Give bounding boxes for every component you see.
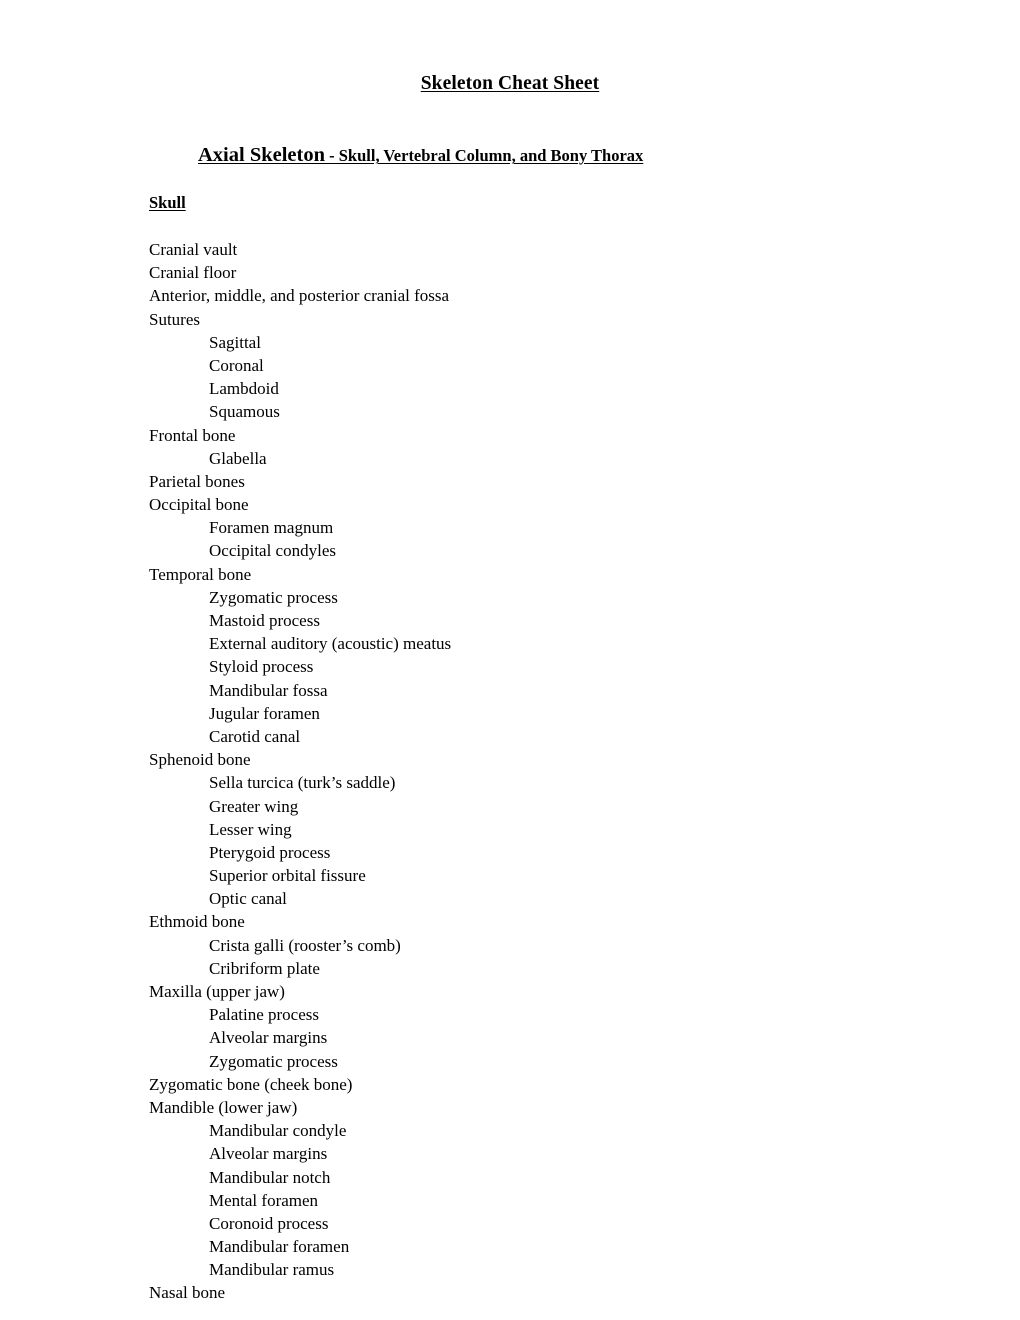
outline-item: Mastoid process [209,611,320,630]
section-heading-emphasis: Axial Skeleton [198,144,325,166]
sub-heading-skull: Skull [149,193,186,212]
outline-item: Occipital condyles [209,541,336,561]
outline-item: Alveolar margins [209,1144,328,1164]
page-title-text: Skeleton Cheat Sheet [420,73,600,95]
outline-item: External auditory (acoustic) meatus [209,634,452,654]
outline-item: Occipital bone [149,495,249,515]
outline-item: Sphenoid bone [149,750,251,770]
outline-item: Ethmoid bone [149,912,245,932]
outline-item: Crista galli (rooster’s comb) [209,935,401,955]
document-page: Skeleton Cheat Sheet Axial Skeleton - Sk… [0,0,1020,1320]
outline-item: Zygomatic bone (cheek bone) [149,1074,353,1094]
outline-item: Optic canal [209,889,287,909]
outline-item: Sagittal [209,332,261,352]
outline-item: Mental foramen [209,1190,319,1210]
outline-item: Alveolar margins [209,1028,328,1048]
outline-item: Cranial vault [149,240,238,259]
outline-item: Parietal bones [149,471,245,491]
outline-item: Jugular foramen [209,703,320,723]
outline-item: Mandibular fossa [209,680,328,700]
outline-item: Lambdoid [209,379,279,399]
outline-item: Cranial floor [149,263,237,283]
outline-item: Mandibular notch [209,1167,331,1187]
outline-item: Zygomatic process [209,1051,338,1071]
outline-item: Lesser wing [209,819,292,839]
page-title: Skeleton Cheat Sheet [0,73,1020,95]
outline-item: Mandible (lower jaw) [149,1097,298,1117]
outline-item: Coronoid process [209,1213,329,1233]
outline-item: Sella turcica (turk’s saddle) [209,773,396,793]
outline-item: Temporal bone [149,564,252,584]
outline-item: Palatine process [209,1005,319,1025]
outline-item: Mandibular foramen [209,1237,350,1257]
outline-item: Styloid process [209,657,314,677]
section-heading-remainder: - Skull, Vertebral Column, and Bony Thor… [325,146,644,165]
outline-item: Carotid canal [209,726,301,746]
outline-item: Mandibular condyle [209,1121,347,1141]
outline-item: Glabella [209,448,267,468]
outline-item: Foramen magnum [209,518,334,538]
outline-item: Frontal bone [149,425,236,445]
outline-item: Zygomatic process [209,587,338,607]
outline-item: Anterior, middle, and posterior cranial … [149,286,450,306]
outline-item: Sutures [149,309,200,329]
outline-item: Greater wing [209,796,299,816]
outline-item: Nasal bone [149,1283,226,1303]
outline-item: Squamous [209,402,280,422]
outline-item: Mandibular ramus [209,1260,335,1280]
section-heading: Axial Skeleton - Skull, Vertebral Column… [198,144,643,167]
outline-item: Cribriform plate [209,958,320,978]
outline-item: Pterygoid process [209,842,331,862]
outline-item: Maxilla (upper jaw) [149,982,285,1001]
skull-outline-list: Cranial vault Cranial floor Anterior, midd… [149,238,949,1305]
outline-item: Coronal [209,355,264,375]
outline-item: Superior orbital fissure [209,866,366,886]
